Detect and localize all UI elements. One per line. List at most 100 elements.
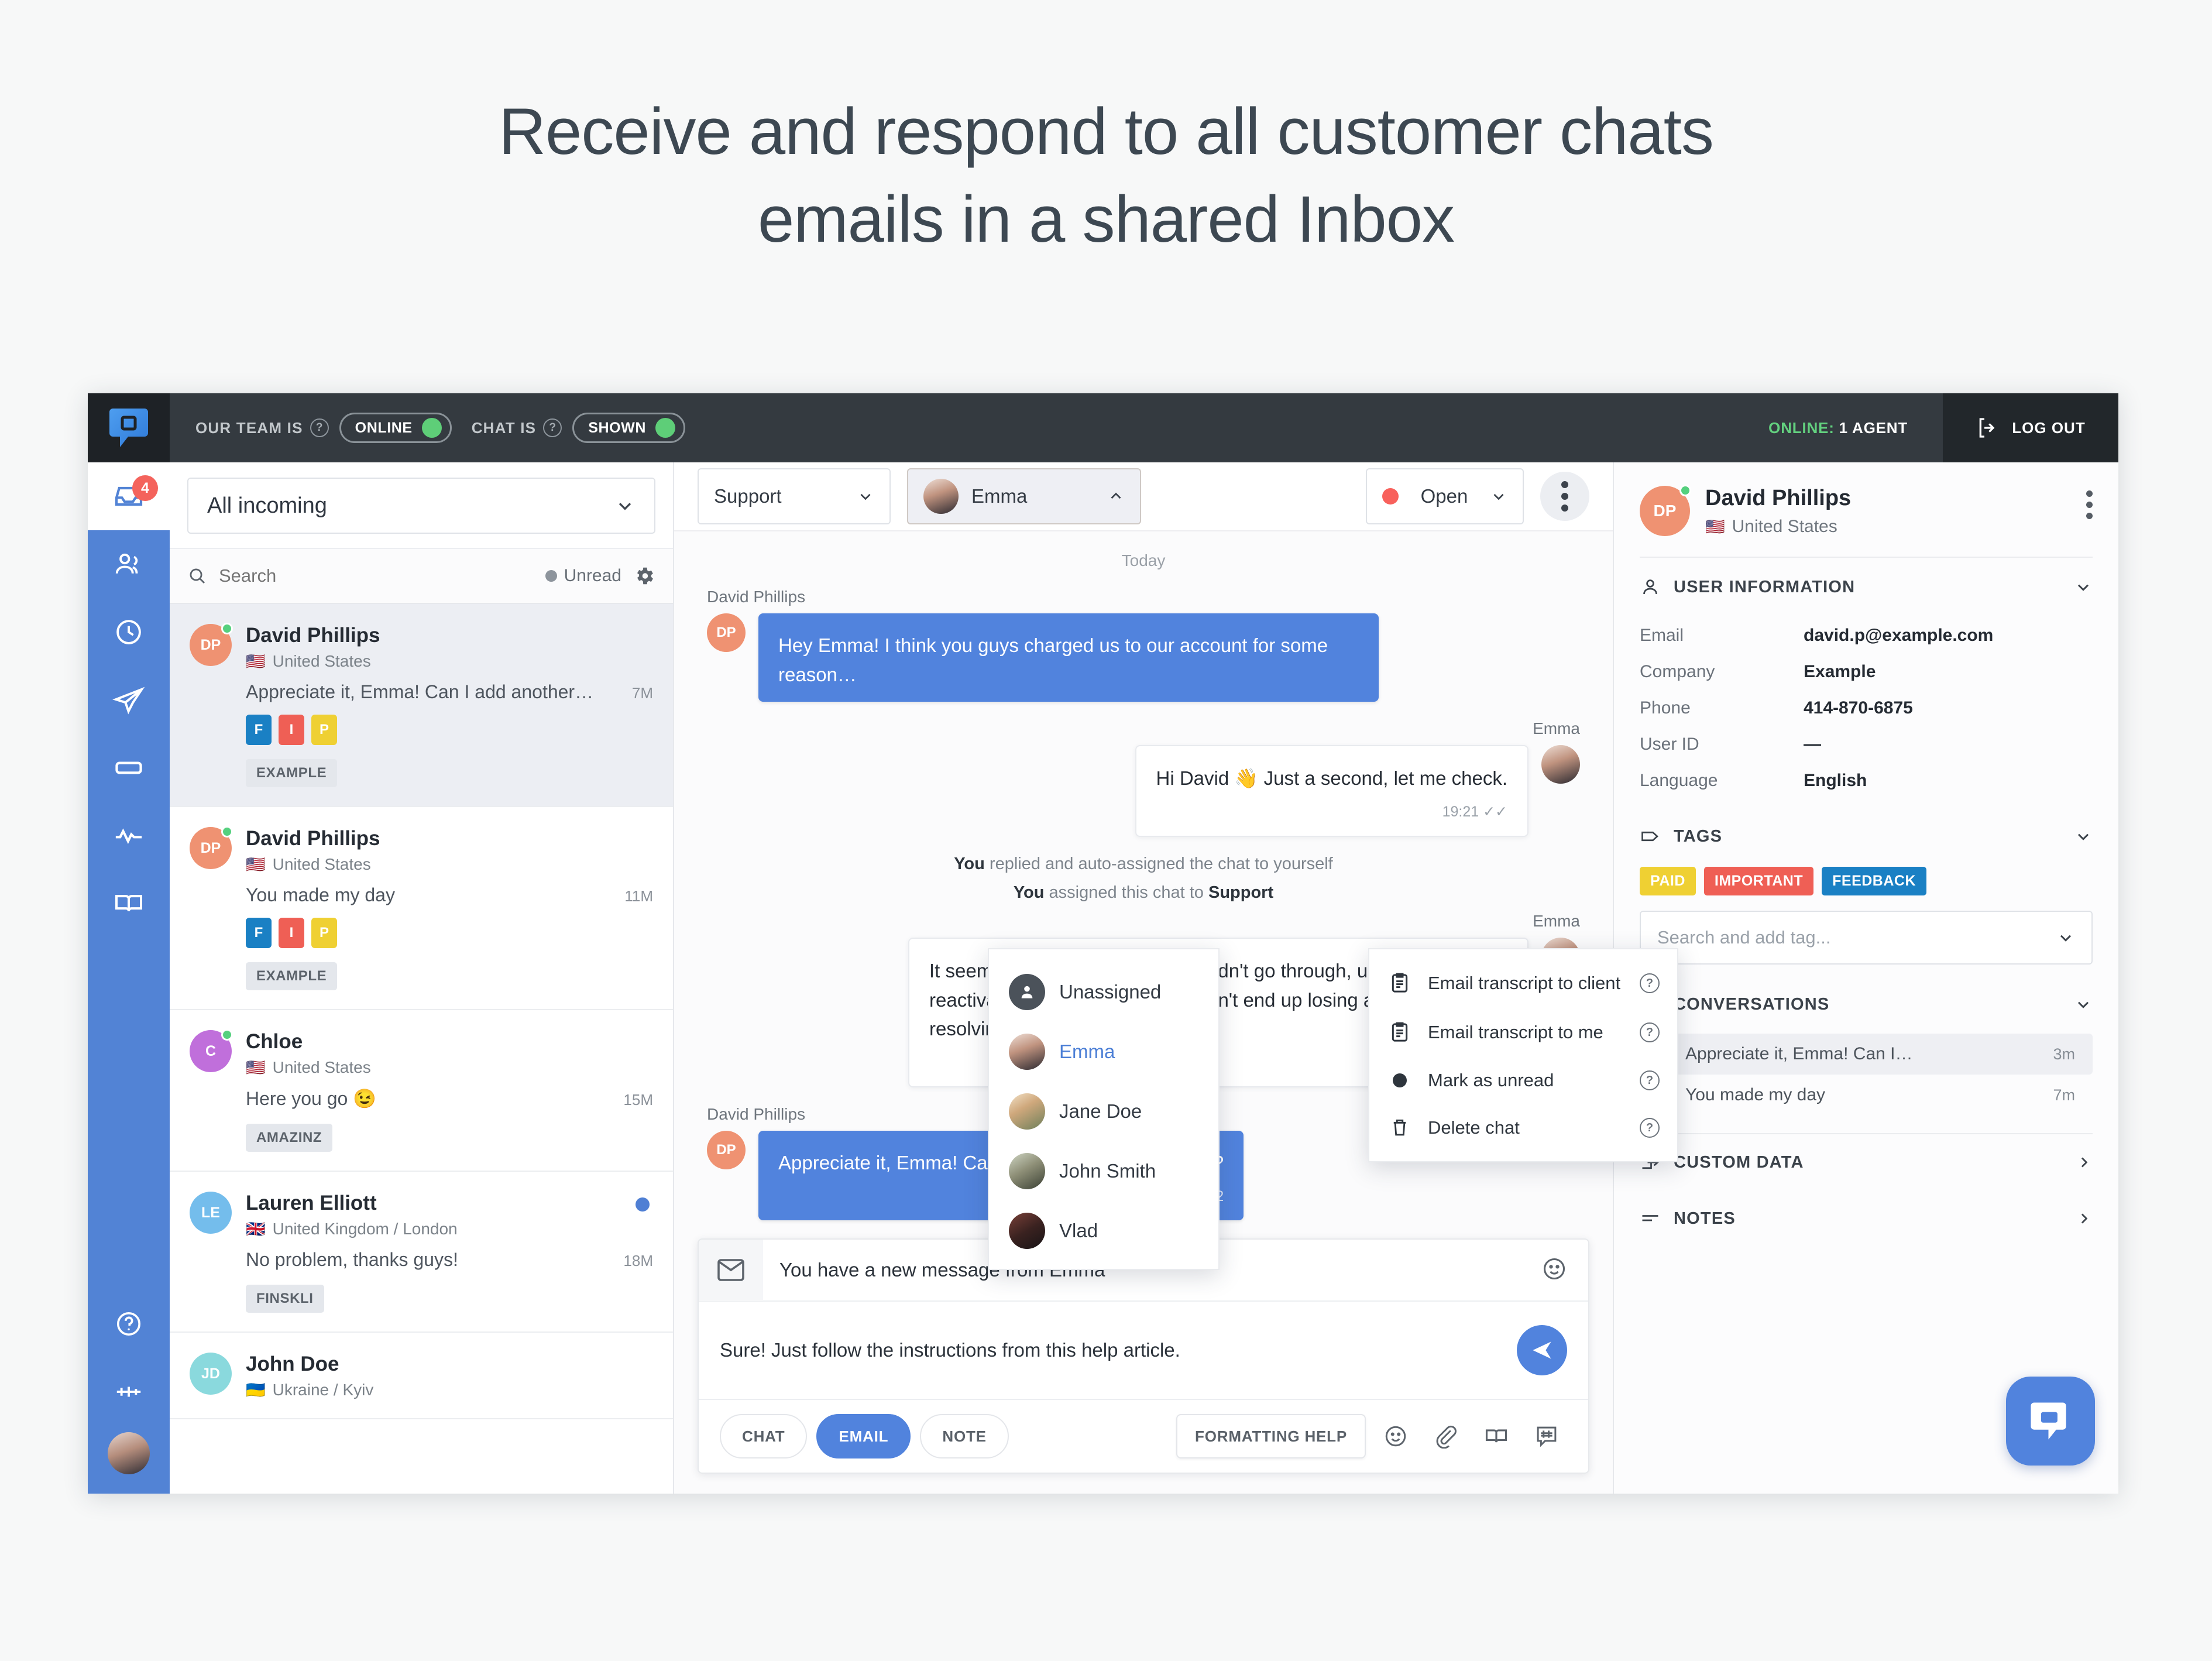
section-user-information[interactable]: USER INFORMATION <box>1614 558 2118 616</box>
message-time: 11M <box>624 887 653 905</box>
list-item-body: David Phillips 🇺🇸 United States Apprecia… <box>246 624 653 787</box>
mode-chat-button[interactable]: CHAT <box>720 1414 808 1458</box>
clipboard-glyph <box>1392 973 1408 993</box>
inbox-filter-select[interactable]: All incoming <box>187 478 655 534</box>
section-title: CONVERSATIONS <box>1674 994 1830 1014</box>
message-time: 7M <box>631 684 653 702</box>
section-notes[interactable]: NOTES <box>1614 1190 2118 1247</box>
rail-item-chat-widget[interactable] <box>88 734 170 802</box>
formatting-help-button[interactable]: FORMATTING HELP <box>1176 1414 1366 1458</box>
send-button[interactable] <box>1517 1325 1567 1375</box>
chevron-down-icon <box>2077 833 2089 840</box>
assign-option-vlad[interactable]: Vlad <box>989 1201 1218 1261</box>
chat-widget-fab[interactable] <box>2006 1377 2095 1466</box>
mode-note-button[interactable]: NOTE <box>920 1414 1009 1458</box>
help-icon[interactable]: ? <box>1640 1118 1660 1138</box>
headline-line-2: emails in a shared Inbox <box>757 183 1455 256</box>
avatar <box>1009 1153 1045 1189</box>
field-row: User ID — <box>1640 726 2093 763</box>
conversation-history-item[interactable]: You made my day 7m <box>1640 1075 2093 1116</box>
source-chips: F I P <box>246 715 653 745</box>
assign-option-emma[interactable]: Emma <box>989 1022 1218 1082</box>
message-snippet: You made my day <box>246 884 395 905</box>
chat-visibility-group: CHAT IS ? SHOWN <box>472 413 686 443</box>
assign-dropdown-menu[interactable]: Unassigned Emma Jane Doe John Smith Vlad <box>988 948 1220 1270</box>
group-select[interactable]: Support <box>698 468 891 524</box>
system-line-text: replied and auto-assigned the chat to yo… <box>984 854 1333 873</box>
mode-email-button[interactable]: EMAIL <box>816 1414 911 1458</box>
message-text: Hey Emma! I think you guys charged us to… <box>778 634 1328 685</box>
conversation-history-item[interactable]: Appreciate it, Emma! Can I… 3m <box>1640 1034 2093 1075</box>
tag-search-select[interactable]: Search and add tag... <box>1640 911 2093 965</box>
rail-item-knowledge-base[interactable] <box>88 870 170 938</box>
chat-actions-menu[interactable]: Email transcript to client ? Email trans… <box>1368 948 1678 1162</box>
section-tags[interactable]: TAGS <box>1614 807 2118 866</box>
rail-item-analytics[interactable] <box>88 802 170 870</box>
section-conversations[interactable]: CONVERSATIONS <box>1614 975 2118 1034</box>
chat-help-icon[interactable]: ? <box>543 418 562 437</box>
knowledge-base-button[interactable] <box>1476 1416 1517 1457</box>
team-status-toggle[interactable]: ONLINE <box>339 413 452 443</box>
avatar <box>1009 1093 1045 1130</box>
rail-item-campaigns[interactable] <box>88 666 170 734</box>
assign-option-unassigned[interactable]: Unassigned <box>989 962 1218 1022</box>
action-mark-as-unread[interactable]: Mark as unread ? <box>1369 1057 1677 1104</box>
assign-option-jane-doe[interactable]: Jane Doe <box>989 1082 1218 1141</box>
rail-item-help[interactable] <box>88 1290 170 1358</box>
contact-location: 🇺🇸 United States <box>246 1058 653 1077</box>
rail-item-profile[interactable] <box>88 1426 170 1494</box>
list-item[interactable]: DP David Phillips 🇺🇸 United States You m… <box>170 807 673 1010</box>
chip-instagram: I <box>279 918 304 948</box>
conversation-list-panel: All incoming Unread <box>170 462 674 1494</box>
message-line: Hi David 👋 Just a second, let me check. … <box>707 745 1580 837</box>
composer-toolbar: CHAT EMAIL NOTE FORMATTING HELP <box>699 1400 1588 1473</box>
chat-visibility-toggle[interactable]: SHOWN <box>572 413 686 443</box>
canned-response-button[interactable] <box>1526 1416 1567 1457</box>
list-item[interactable]: LE Lauren Elliott 🇬🇧 United Kingdom / Lo… <box>170 1172 673 1333</box>
subject-emoji-button[interactable] <box>1541 1256 1588 1285</box>
agent-select[interactable]: Emma <box>907 468 1141 524</box>
gear-icon[interactable] <box>633 565 655 587</box>
action-email-transcript-to-client[interactable]: Email transcript to client ? <box>1369 959 1677 1008</box>
list-item[interactable]: C Chloe 🇺🇸 United States Here you go 😉 1… <box>170 1010 673 1172</box>
assign-option-john-smith[interactable]: John Smith <box>989 1141 1218 1201</box>
chat-actions-button[interactable] <box>1540 472 1589 521</box>
attachment-button[interactable] <box>1426 1416 1466 1457</box>
help-icon[interactable]: ? <box>1640 1022 1660 1042</box>
snippet-row: You made my day 11M <box>246 884 653 906</box>
tag-paid[interactable]: PAID <box>1640 867 1696 895</box>
field-key: Company <box>1640 662 1715 681</box>
section-custom-data[interactable]: CUSTOM DATA <box>1614 1134 2118 1190</box>
rail-item-visitors[interactable] <box>88 530 170 598</box>
list-item[interactable]: JD John Doe 🇺🇦 Ukraine / Kyiv <box>170 1333 673 1419</box>
help-icon[interactable]: ? <box>1640 973 1660 993</box>
search-input[interactable] <box>219 565 534 586</box>
inbox-filter-value: All incoming <box>207 493 327 518</box>
list-item-body: John Doe 🇺🇦 Ukraine / Kyiv <box>246 1353 653 1399</box>
tag-important[interactable]: IMPORTANT <box>1703 867 1814 895</box>
emoji-button[interactable] <box>1375 1416 1416 1457</box>
flag-icon: 🇺🇸 <box>246 1058 266 1076</box>
field-value: 414-870-6875 <box>1804 698 1913 718</box>
filled-circle-icon <box>1387 1070 1413 1091</box>
message-input[interactable] <box>720 1339 1499 1361</box>
logout-button[interactable]: LOG OUT <box>1943 393 2118 462</box>
rail-item-inbox[interactable]: 4 <box>88 462 170 530</box>
rail-item-settings[interactable] <box>88 1358 170 1426</box>
help-icon[interactable]: ? <box>1640 1070 1660 1090</box>
conversation-list[interactable]: DP David Phillips 🇺🇸 United States Appre… <box>170 604 673 1494</box>
list-item[interactable]: DP David Phillips 🇺🇸 United States Appre… <box>170 604 673 807</box>
tag-feedback[interactable]: FEEDBACK <box>1822 867 1927 895</box>
unread-filter-toggle[interactable]: Unread <box>545 566 621 586</box>
clock-icon <box>116 620 141 644</box>
team-help-icon[interactable]: ? <box>310 418 329 437</box>
rail-item-history[interactable] <box>88 598 170 666</box>
field-row: Phone 414-870-6875 <box>1640 690 2093 726</box>
app-logo[interactable] <box>88 393 170 462</box>
status-select[interactable]: Open <box>1366 468 1524 524</box>
action-delete-chat[interactable]: Delete chat ? <box>1369 1104 1677 1152</box>
contact-actions-button[interactable] <box>2086 486 2093 519</box>
section-title: CUSTOM DATA <box>1674 1152 1804 1172</box>
kebab-dot-icon <box>1561 493 1568 500</box>
action-email-transcript-to-me[interactable]: Email transcript to me ? <box>1369 1008 1677 1057</box>
